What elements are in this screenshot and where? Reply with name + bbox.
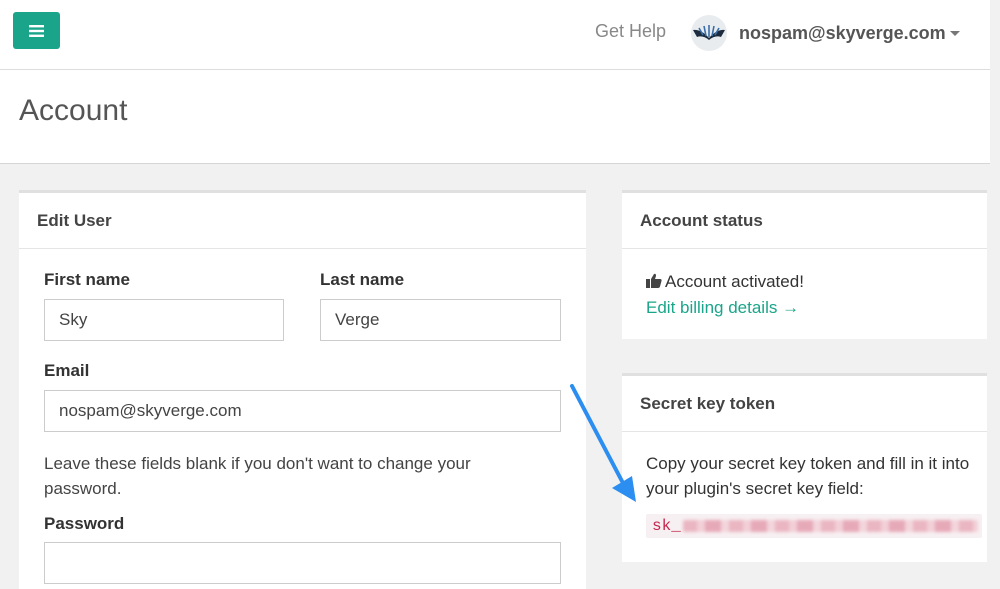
annotation-arrow-icon <box>570 384 636 502</box>
get-help-link[interactable]: Get Help <box>595 21 666 42</box>
first-name-label: First name <box>44 270 130 289</box>
account-status-title: Account status <box>622 193 987 249</box>
menu-toggle-button[interactable] <box>13 12 60 49</box>
user-menu[interactable]: nospam@skyverge.com <box>691 15 960 51</box>
first-name-input[interactable] <box>44 299 284 341</box>
page-title: Account <box>19 94 128 127</box>
top-navbar: Get Help nospam@skyverge.com <box>0 0 990 70</box>
token-prefix: sk_ <box>652 517 681 535</box>
token-redacted <box>682 520 978 532</box>
secret-key-token[interactable]: sk_ <box>646 514 982 538</box>
edit-user-title: Edit User <box>19 193 586 249</box>
account-status-body: Account activated! Edit billing details … <box>646 269 804 320</box>
last-name-input[interactable] <box>320 299 561 341</box>
edit-billing-link[interactable]: Edit billing details → <box>646 295 804 320</box>
password-hint: Leave these fields blank if you don't wa… <box>44 454 471 498</box>
chevron-down-icon <box>949 30 960 36</box>
status-text: Account activated! <box>665 272 804 291</box>
user-email: nospam@skyverge.com <box>739 22 946 43</box>
status-line: Account activated! <box>646 269 804 295</box>
email-field[interactable] <box>44 390 561 432</box>
password-label: Password <box>44 514 125 533</box>
logo-icon <box>693 25 725 40</box>
hamburger-icon <box>29 24 44 37</box>
page-header: Account <box>0 70 990 164</box>
last-name-label: Last name <box>320 270 405 289</box>
password-field[interactable] <box>44 542 561 584</box>
email-label: Email <box>44 361 90 380</box>
avatar <box>691 15 727 51</box>
secret-key-title: Secret key token <box>622 376 987 432</box>
thumbs-up-icon <box>646 270 662 295</box>
secret-key-instructions: Copy your secret key token and fill in i… <box>646 454 970 498</box>
